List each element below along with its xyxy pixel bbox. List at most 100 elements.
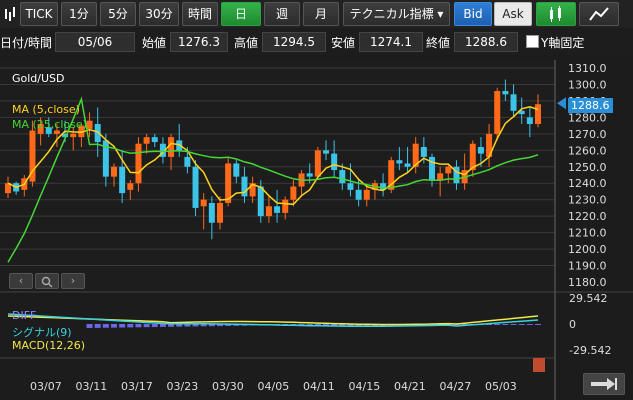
y-tick-label: 1280.0	[568, 111, 607, 124]
x-tick-label: 03/23	[167, 380, 199, 393]
y-tick-label: 1180.0	[568, 276, 607, 289]
price-panel	[0, 60, 555, 292]
close-label: 終値	[426, 36, 451, 50]
x-tick-label: 03/17	[121, 380, 153, 393]
macd-hist-bar	[159, 324, 166, 327]
ma25-legend: MA (25,close)	[12, 118, 87, 131]
candle-body	[274, 206, 281, 213]
candle-body	[331, 153, 338, 171]
candle-body	[143, 137, 150, 144]
macd-hist-bar	[94, 324, 101, 328]
macd-hist-bar	[535, 324, 541, 325]
current-price-tag: 1288.6	[568, 98, 613, 113]
y-tick-label: 1260.0	[568, 144, 607, 157]
macd-hist-bar	[143, 324, 150, 328]
macd-hist-bar	[119, 324, 126, 328]
y-tick-label: 1220.0	[568, 210, 607, 223]
scroll-left-button[interactable]: ‹	[9, 273, 33, 289]
candle-body	[241, 176, 248, 197]
macd-hist-bar	[135, 324, 142, 328]
candle-body	[119, 166, 126, 194]
macd-hist-bar	[510, 324, 517, 325]
candle-body	[233, 163, 240, 177]
candle-body	[420, 147, 427, 157]
x-tick-label: 04/11	[303, 380, 335, 393]
candle-body	[135, 143, 142, 184]
day-button[interactable]: 日	[221, 2, 261, 26]
y-axis-fix-checkbox[interactable]	[526, 35, 539, 48]
toolbar: TICK 1分 5分 30分 時間 日 週 月 テクニカル指標 ▾ Bid As…	[0, 0, 633, 28]
line-chart-button[interactable]	[579, 2, 619, 26]
candle-body	[445, 166, 452, 174]
candle-body	[494, 91, 501, 134]
hour-button[interactable]: 時間	[182, 2, 218, 26]
candle-body	[53, 130, 60, 134]
candle-body	[208, 202, 215, 223]
line-chart-icon	[589, 7, 609, 21]
price-chart[interactable]: 1310.01300.01290.01280.01270.01260.01250…	[0, 60, 633, 400]
y-tick-label: 1310.0	[568, 62, 607, 75]
y-tick-label: 1200.0	[568, 243, 607, 256]
candle-body	[306, 173, 313, 177]
candle-body	[265, 206, 272, 217]
candle-body	[282, 199, 289, 213]
candle-body	[323, 150, 329, 154]
zoom-search-button[interactable]	[35, 273, 59, 289]
technical-indicator-dropdown[interactable]: テクニカル指標 ▾	[343, 2, 450, 26]
signal-legend: シグナル(9)	[12, 326, 72, 339]
x-tick-label: 04/27	[440, 380, 472, 393]
candle-body	[339, 170, 346, 184]
candle-body	[217, 202, 223, 223]
macd-tick-label: -29.542	[569, 344, 611, 357]
next-page-button[interactable]	[583, 373, 625, 395]
macd-legend: MACD(12,26)	[12, 339, 86, 352]
y-tick-label: 1210.0	[568, 227, 607, 240]
chart-type-icon[interactable]	[3, 4, 17, 24]
tick-button[interactable]: TICK	[20, 2, 58, 26]
macd-hist-bar	[518, 324, 525, 325]
candlestick-button[interactable]	[536, 2, 576, 26]
scroll-marker[interactable]	[533, 358, 545, 372]
bid-button[interactable]: Bid	[454, 2, 492, 26]
chart-window: TICK 1分 5分 30分 時間 日 週 月 テクニカル指標 ▾ Bid As…	[0, 0, 633, 400]
candle-body	[314, 150, 321, 177]
candle-body	[437, 173, 444, 180]
y-tick-label: 1240.0	[568, 177, 607, 190]
candle-body	[347, 183, 354, 190]
candle-body	[363, 189, 370, 200]
candle-body	[535, 104, 541, 124]
candle-body	[396, 160, 403, 164]
candle-body	[510, 94, 517, 111]
y-axis-fix-label: Y軸固定	[541, 36, 585, 50]
candle-body	[86, 120, 93, 129]
macd-hist-bar	[526, 324, 533, 325]
30min-button[interactable]: 30分	[139, 2, 179, 26]
macd-line	[7, 315, 539, 326]
month-button[interactable]: 月	[303, 2, 339, 26]
symbol-label: Gold/USD	[12, 72, 65, 85]
week-button[interactable]: 週	[264, 2, 300, 26]
macd-hist-bar	[494, 324, 501, 325]
candle-body	[257, 186, 264, 217]
x-tick-label: 04/05	[258, 380, 290, 393]
scroll-right-button[interactable]: ›	[61, 273, 85, 289]
y-tick-label: 1250.0	[568, 161, 607, 174]
candle-body	[111, 166, 117, 177]
date-value: 05/06	[55, 32, 135, 52]
diff-legend: DIFF	[12, 309, 37, 322]
y-tick-label: 1190.0	[568, 260, 607, 273]
y-tick-label: 1230.0	[568, 194, 607, 207]
candle-body	[192, 166, 199, 208]
candle-body	[70, 133, 77, 138]
low-label: 安値	[331, 36, 356, 50]
1min-button[interactable]: 1分	[61, 2, 97, 26]
candle-body	[200, 199, 207, 207]
macd-hist-bar	[127, 324, 134, 328]
macd-hist-bar	[502, 324, 509, 325]
candle-body	[151, 137, 158, 143]
candle-body	[290, 186, 297, 200]
search-icon	[41, 276, 53, 288]
x-tick-label: 04/21	[394, 380, 426, 393]
ask-button[interactable]: Ask	[494, 2, 532, 26]
5min-button[interactable]: 5分	[100, 2, 136, 26]
